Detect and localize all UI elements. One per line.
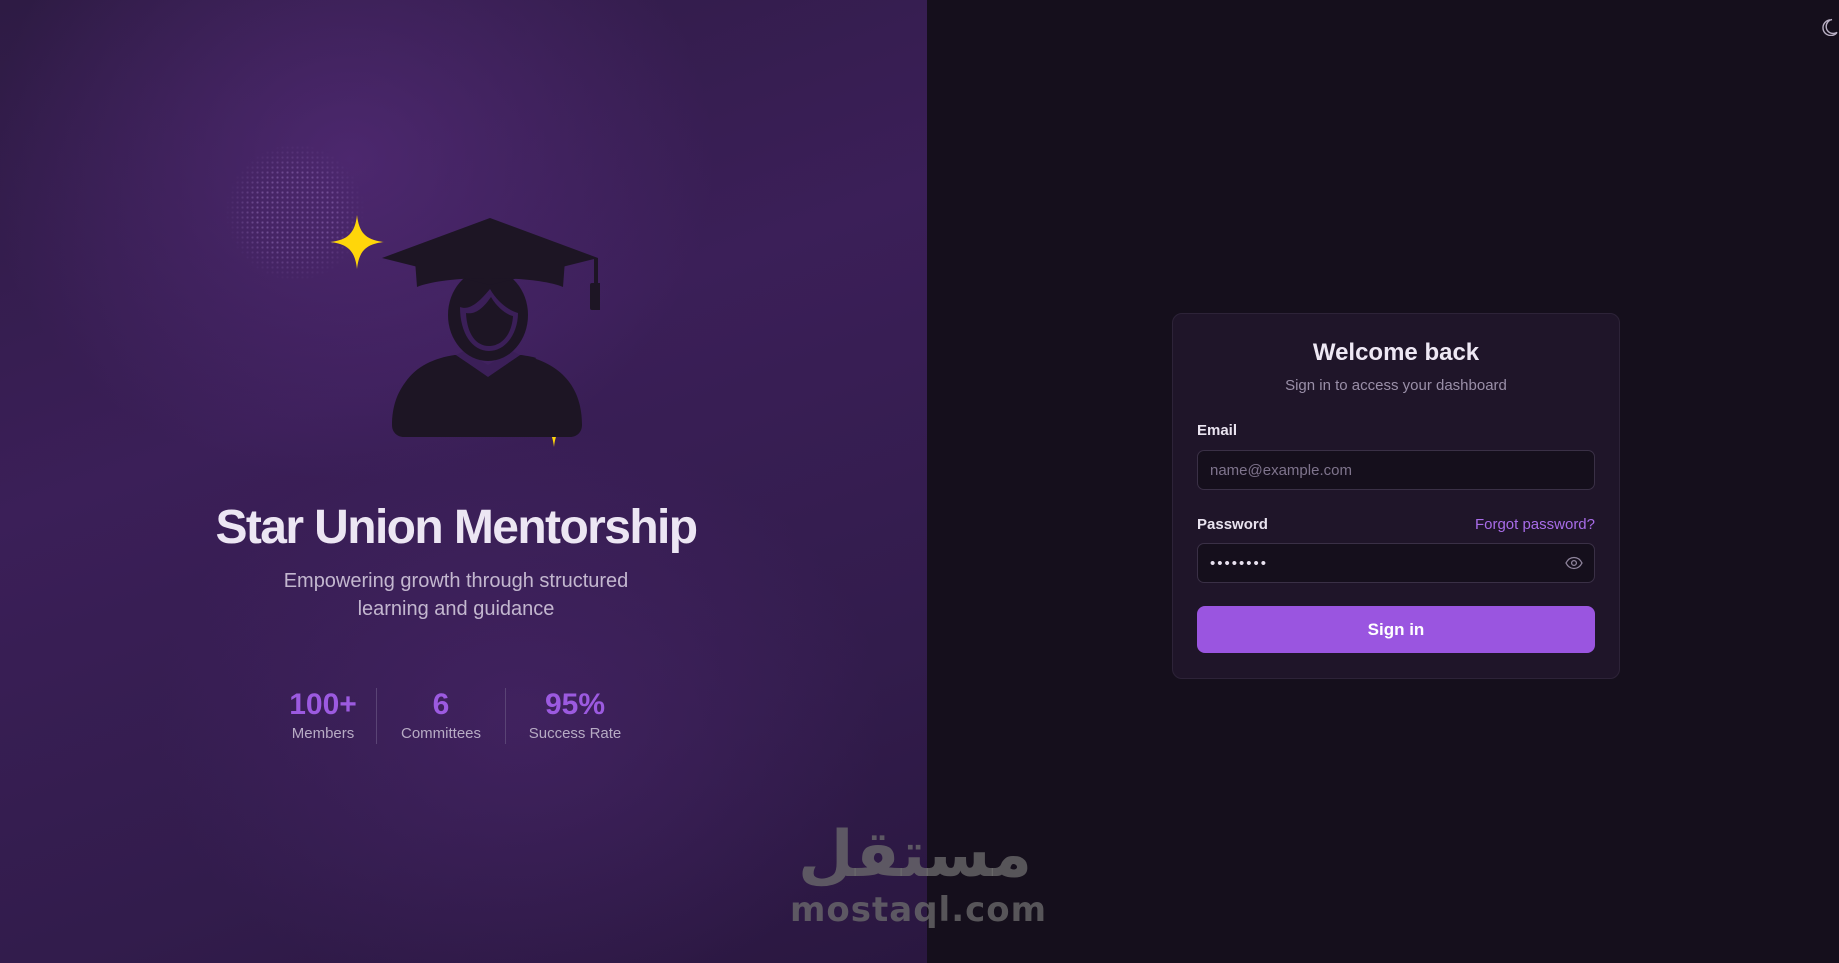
watermark: مستقل mostaql.com xyxy=(790,818,1048,945)
stat-label: Members xyxy=(291,725,355,742)
login-title: Welcome back xyxy=(1312,339,1480,366)
login-card: Welcome back Sign in to access your dash… xyxy=(1172,313,1620,679)
sparkle-icon xyxy=(330,215,384,269)
hero-subtitle: Empowering growth through structured lea… xyxy=(283,570,629,620)
password-field[interactable] xyxy=(1197,543,1595,583)
email-label: Email xyxy=(1197,422,1238,439)
stat-label: Success Rate xyxy=(528,725,622,742)
sign-in-button[interactable]: Sign in xyxy=(1197,606,1595,653)
hero-title: Star Union Mentorship xyxy=(215,501,698,554)
watermark-latin: mostaql.com xyxy=(790,890,1048,930)
stat-success-rate: 95% Success Rate xyxy=(506,688,644,744)
eye-icon[interactable] xyxy=(1565,556,1583,570)
stat-value: 95% xyxy=(544,688,606,721)
moon-icon[interactable] xyxy=(1819,16,1839,36)
hero-panel: Star Union Mentorship Empowering growth … xyxy=(0,0,927,963)
email-field[interactable] xyxy=(1197,450,1595,490)
stat-label: Committees xyxy=(400,725,482,742)
password-label: Password xyxy=(1197,516,1268,533)
graduate-with-sparkles-icon xyxy=(330,215,600,447)
forgot-password-link[interactable]: Forgot password? xyxy=(1475,516,1595,533)
stat-value: 6 xyxy=(432,688,450,721)
stat-committees: 6 Committees xyxy=(377,688,505,744)
watermark-arabic: مستقل xyxy=(797,818,1033,892)
stat-value: 100+ xyxy=(289,688,357,721)
stat-members: 100+ Members xyxy=(270,688,376,744)
login-page: Star Union Mentorship Empowering growth … xyxy=(0,0,1839,963)
stats-row: 100+ Members 6 Committees 95% Success Ra… xyxy=(270,688,644,744)
login-subtitle: Sign in to access your dashboard xyxy=(1285,377,1507,394)
